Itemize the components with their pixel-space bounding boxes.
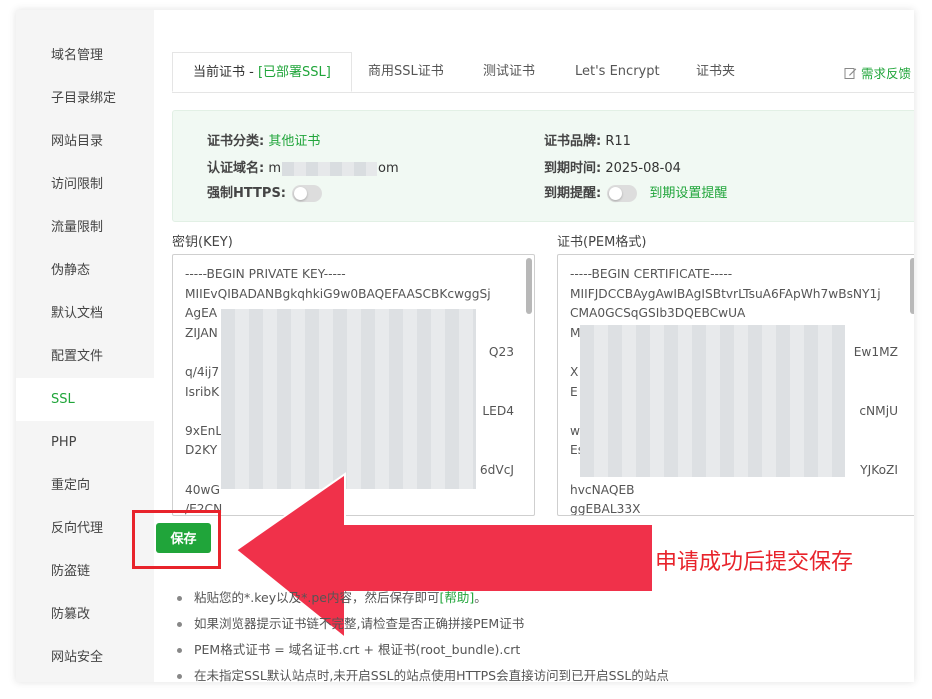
tip-item: 如果浏览器提示证书链不完整,请检查是否正确拼接PEM证书 [175,611,669,637]
tips-list: 粘贴您的*.key以及*.pe内容，然后保存即可[帮助]。 如果浏览器提示证书链… [175,585,669,689]
annotation-text: 申请成功后提交保存 [655,550,854,575]
tip1-text-a: 粘贴您的*.key以及*.pe [194,590,327,605]
tip1-end: 。 [474,590,487,605]
tip-item: 在未指定SSL默认站点时,未开启SSL的站点使用HTTPS会直接访问到已开启SS… [175,663,669,689]
tip-item: 粘贴您的*.key以及*.pe内容，然后保存即可[帮助]。 [175,585,669,611]
help-link[interactable]: [帮助] [439,590,474,605]
tip-item: PEM格式证书 = 域名证书.crt + 根证书(root_bundle).cr… [175,637,669,663]
tip1-text-b: 内容，然后保存即可 [326,590,440,605]
